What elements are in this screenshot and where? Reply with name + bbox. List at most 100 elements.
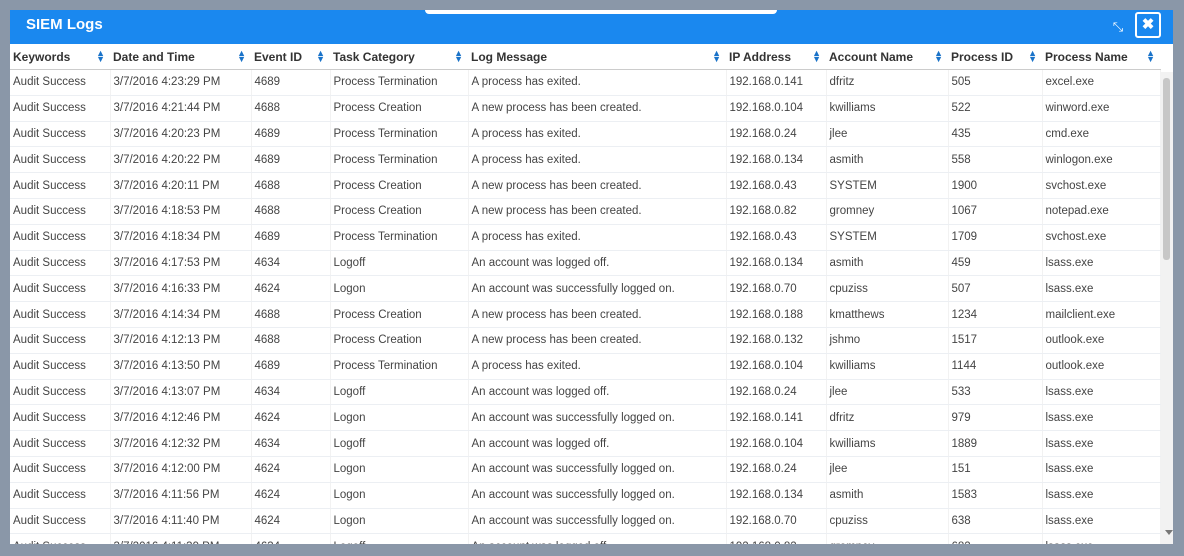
table-cell: 3/7/2016 4:12:46 PM <box>110 404 252 432</box>
sort-icon[interactable]: ▲ ▼ <box>316 49 325 64</box>
column-header[interactable]: IP Address ▲ ▼ <box>726 44 826 70</box>
table-cell: 4624 <box>251 275 331 303</box>
column-header[interactable]: Event ID ▲ ▼ <box>251 44 330 70</box>
table-row[interactable]: Audit Success 3/7/2016 4:16:33 PM 4624 Logo… <box>10 275 1161 303</box>
table-cell: lsass.exe <box>1042 430 1161 457</box>
table-cell: Process Termination <box>330 146 469 174</box>
table-cell: An account was successfully logged on. <box>468 456 727 483</box>
scroll-down-arrow-icon[interactable] <box>1165 530 1173 535</box>
table-cell: gromney <box>826 198 949 225</box>
table-cell: 192.168.0.82 <box>726 198 827 225</box>
table-cell: 192.168.0.134 <box>726 482 827 509</box>
table-cell: 4688 <box>251 198 331 225</box>
column-header[interactable]: Process ID ▲ ▼ <box>948 44 1042 70</box>
table-row[interactable]: Audit Success 3/7/2016 4:18:34 PM 4689 Proc… <box>10 224 1161 251</box>
table-row[interactable]: Audit Success 3/7/2016 4:20:11 PM 4688 Proc… <box>10 172 1161 199</box>
table-cell: 4688 <box>251 172 331 199</box>
table-cell: 1144 <box>948 353 1043 380</box>
table-cell: An account was successfully logged on. <box>468 404 727 432</box>
table-row[interactable]: Audit Success 3/7/2016 4:13:07 PM 4634 Logo… <box>10 379 1161 406</box>
table-row[interactable]: Audit Success3/7/2016 4:11:39 PM4634Logo… <box>10 533 1161 544</box>
column-header-label: Date and Time <box>113 49 195 64</box>
table-cell: 192.168.0.43 <box>726 172 827 199</box>
drag-handle[interactable] <box>425 10 777 14</box>
sort-icon[interactable]: ▲ ▼ <box>934 49 943 64</box>
table-row[interactable]: Audit Success 3/7/2016 4:18:53 PM 4688 Proc… <box>10 198 1161 225</box>
table-cell: 192.168.0.24 <box>726 379 827 406</box>
table-row[interactable]: Audit Success 3/7/2016 4:11:56 PM 4624 Logo… <box>10 482 1161 509</box>
column-header-label: Process Name <box>1045 49 1128 64</box>
sort-icon[interactable]: ▲ ▼ <box>96 49 105 64</box>
column-header-label: Account Name <box>829 49 914 64</box>
table-cell: notepad.exe <box>1042 198 1161 225</box>
sort-icon[interactable]: ▲ ▼ <box>712 49 721 64</box>
table-row[interactable]: Audit Success 3/7/2016 4:11:40 PM 4624 Logo… <box>10 508 1161 535</box>
column-header[interactable]: Process Name ▲ ▼ <box>1042 44 1160 70</box>
table-cell: Process Creation <box>330 327 469 354</box>
table-cell: lsass.exe <box>1042 275 1161 303</box>
title-bar: SIEM Logs ⤡ ✖ <box>10 10 1173 44</box>
table-cell: lsass.exe <box>1042 508 1161 535</box>
close-icon[interactable]: ✖ <box>1135 12 1161 38</box>
vertical-scrollbar[interactable] <box>1161 72 1173 544</box>
table-cell: outlook.exe <box>1042 327 1161 354</box>
column-header[interactable]: Account Name ▲ ▼ <box>826 44 948 70</box>
table-header-row: Keywords ▲ ▼ Date and Time ▲ ▼ Event ID ▲ ▼ Task … <box>10 44 1160 70</box>
column-header[interactable]: Task Category ▲ ▼ <box>330 44 468 70</box>
table-cell: cmd.exe <box>1042 121 1161 148</box>
table-cell: kwilliams <box>826 430 949 457</box>
table-cell: 1067 <box>948 198 1043 225</box>
sort-icon[interactable]: ▲ ▼ <box>454 49 463 64</box>
table-row[interactable]: Audit Success 3/7/2016 4:21:44 PM 4688 Proc… <box>10 95 1161 122</box>
column-header[interactable]: Log Message ▲ ▼ <box>468 44 726 70</box>
table-cell: 3/7/2016 4:20:22 PM <box>110 146 252 174</box>
column-header-label: Log Message <box>471 49 548 64</box>
table-row[interactable]: Audit Success 3/7/2016 4:17:53 PM 4634 Logo… <box>10 250 1161 277</box>
table-cell: 3/7/2016 4:21:44 PM <box>110 95 252 122</box>
table-row[interactable]: Audit Success 3/7/2016 4:23:29 PM 4689 Proc… <box>10 69 1161 96</box>
table-row[interactable]: Audit Success 3/7/2016 4:12:13 PM 4688 Proc… <box>10 327 1161 354</box>
table-row[interactable]: Audit Success 3/7/2016 4:20:23 PM 4689 Proc… <box>10 121 1161 148</box>
table-cell: 192.168.0.134 <box>726 146 827 174</box>
table-cell: 3/7/2016 4:17:53 PM <box>110 250 252 277</box>
table-cell: 4624 <box>251 404 331 432</box>
table-cell: Audit Success <box>10 172 111 199</box>
sort-icon[interactable]: ▲ ▼ <box>237 49 246 64</box>
table-cell: cpuziss <box>826 508 949 535</box>
table-cell: 4634 <box>251 430 331 457</box>
table-cell: 4634 <box>251 250 331 277</box>
table-cell: 192.168.0.70 <box>726 508 827 535</box>
sort-icon[interactable]: ▲ ▼ <box>1028 49 1037 64</box>
table-cell: 1583 <box>948 482 1043 509</box>
table-cell: Logon <box>330 482 469 509</box>
table-cell: 3/7/2016 4:18:53 PM <box>110 198 252 225</box>
column-header-label: Keywords <box>13 49 71 64</box>
table-row[interactable]: Audit Success 3/7/2016 4:20:22 PM 4689 Proc… <box>10 146 1161 174</box>
table-row[interactable]: Audit Success 3/7/2016 4:13:50 PM 4689 Proc… <box>10 353 1161 380</box>
table-cell: cpuziss <box>826 275 949 303</box>
table-cell: jshmo <box>826 327 949 354</box>
table-cell: Logoff <box>330 250 469 277</box>
sort-icon[interactable]: ▲ ▼ <box>1146 49 1155 64</box>
table-cell: lsass.exe <box>1042 379 1161 406</box>
table-cell: A process has exited. <box>468 69 727 96</box>
table-cell: outlook.exe <box>1042 353 1161 380</box>
table-cell: SYSTEM <box>826 224 949 251</box>
sort-icon[interactable]: ▲ ▼ <box>812 49 821 64</box>
scrollbar-thumb[interactable] <box>1163 78 1170 260</box>
table-row[interactable]: Audit Success 3/7/2016 4:12:32 PM 4634 Logo… <box>10 430 1161 457</box>
table-cell: 4624 <box>251 482 331 509</box>
table-cell: 192.168.0.43 <box>726 224 827 251</box>
table-cell: winword.exe <box>1042 95 1161 122</box>
table-row[interactable]: Audit Success 3/7/2016 4:14:34 PM 4688 Proc… <box>10 301 1161 328</box>
table-cell: 192.168.0.104 <box>726 353 827 380</box>
table-cell: jlee <box>826 456 949 483</box>
collapse-icon[interactable]: ⤡ <box>1105 14 1131 40</box>
table-row[interactable]: Audit Success 3/7/2016 4:12:00 PM 4624 Logo… <box>10 456 1161 483</box>
table-cell: Audit Success <box>10 353 111 380</box>
table-row[interactable]: Audit Success 3/7/2016 4:12:46 PM 4624 Logo… <box>10 404 1161 432</box>
column-header[interactable]: Keywords ▲ ▼ <box>10 44 110 70</box>
table-cell: 1900 <box>948 172 1043 199</box>
table-cell: Logon <box>330 404 469 432</box>
column-header[interactable]: Date and Time ▲ ▼ <box>110 44 251 70</box>
